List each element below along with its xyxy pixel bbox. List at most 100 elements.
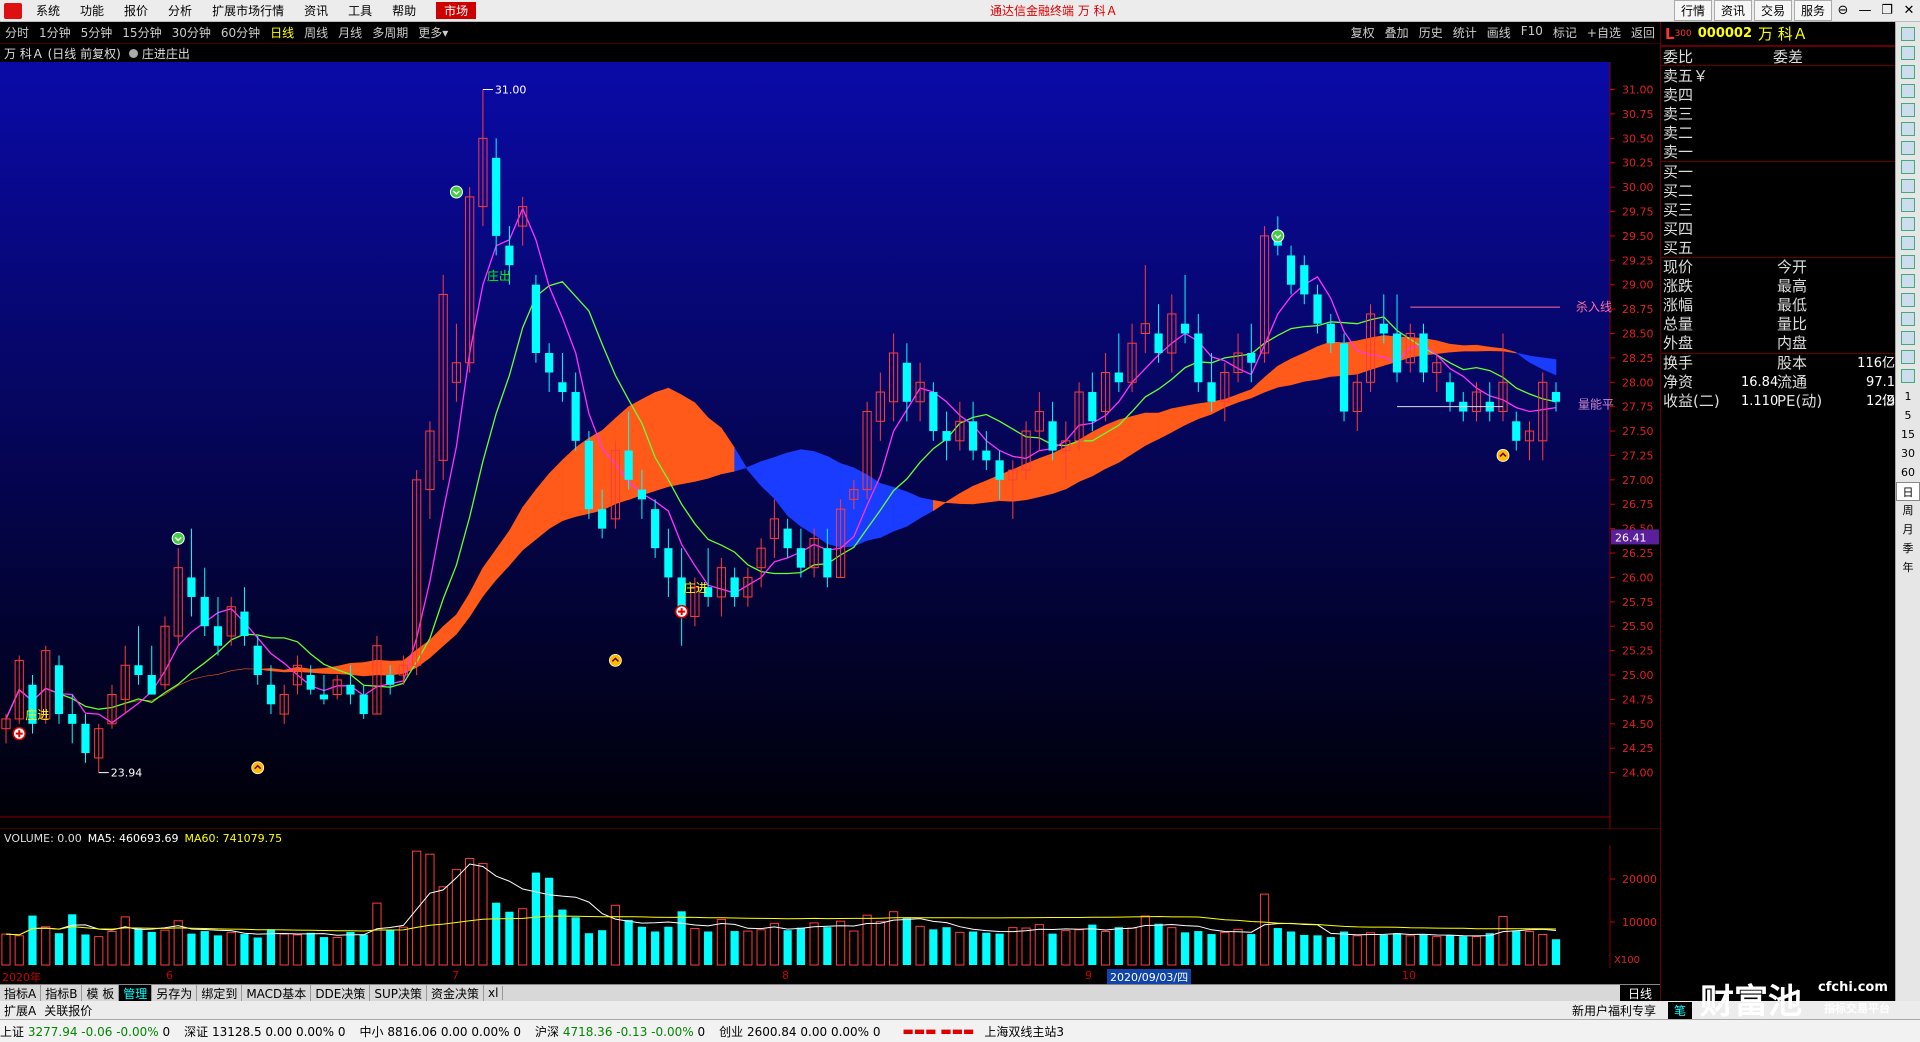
stats-icon[interactable] <box>1901 160 1915 174</box>
sell-2[interactable]: 卖二 <box>1661 123 1895 142</box>
sell-1[interactable]: 卖一 <box>1661 142 1895 161</box>
grid-icon[interactable] <box>1901 65 1915 79</box>
period-daily[interactable]: 日线 <box>265 24 299 41</box>
period-btn-15[interactable]: 15 <box>1896 425 1920 444</box>
tab-sup[interactable]: SUP决策 <box>370 984 428 1002</box>
promo-link[interactable]: 新用户福利专享 <box>1572 1002 1656 1019</box>
monitor-icon[interactable] <box>1901 274 1915 288</box>
tab-xl[interactable]: xl <box>484 986 504 1000</box>
buy-2[interactable]: 买二 <box>1661 181 1895 200</box>
restore-icon[interactable]: ⊖ <box>1832 3 1854 18</box>
ext-a-tab[interactable]: 扩展A <box>0 1002 40 1019</box>
maximize-icon[interactable]: ❐ <box>1876 3 1898 18</box>
adjust-button[interactable]: 复权 <box>1346 24 1380 41</box>
line-chart-icon[interactable] <box>1901 122 1915 136</box>
tab-manage[interactable]: 管理 <box>119 984 153 1002</box>
menu-quote[interactable]: 报价 <box>114 2 158 19</box>
period-15min[interactable]: 15分钟 <box>117 24 166 41</box>
period-1min[interactable]: 1分钟 <box>34 24 76 41</box>
print-icon[interactable] <box>1901 369 1915 383</box>
tab-indicator-b[interactable]: 指标B <box>41 984 83 1002</box>
volume-chart[interactable]: 20000 10000 X100 <box>0 845 1660 968</box>
period-monthly[interactable]: 月线 <box>333 24 367 41</box>
bar-chart-icon[interactable] <box>1901 141 1915 155</box>
export-icon[interactable] <box>1901 350 1915 364</box>
menu-function[interactable]: 功能 <box>70 2 114 19</box>
market-button[interactable]: 市场 <box>436 2 477 19</box>
period-weekly[interactable]: 周线 <box>299 24 333 41</box>
index-hs300[interactable]: 沪深 4718.36 -0.13 -0.00% 0 <box>535 1023 705 1040</box>
kline-chart[interactable]: 31.00 30.75 30.50 30.25 30.00 29.75 29.50 29.25… <box>0 62 1660 829</box>
minimize-icon[interactable]: — <box>1854 3 1876 18</box>
up-arrow-icon[interactable] <box>1901 27 1915 41</box>
buy-5[interactable]: 买五 <box>1661 238 1895 257</box>
menu-system[interactable]: 系统 <box>26 2 70 19</box>
server-name[interactable]: 上海双线主站3 <box>984 1023 1064 1040</box>
table-icon[interactable] <box>1901 103 1915 117</box>
period-btn-5[interactable]: 5 <box>1896 406 1920 425</box>
draw-button[interactable]: 画线 <box>1482 24 1516 41</box>
indicator-name[interactable]: 庄进庄出 <box>142 45 190 62</box>
fund-icon[interactable] <box>1901 198 1915 212</box>
sell-3[interactable]: 卖三 <box>1661 104 1895 123</box>
cloud-icon[interactable] <box>1901 255 1915 269</box>
report-icon[interactable] <box>1901 217 1915 231</box>
period-btn-60[interactable]: 60 <box>1896 463 1920 482</box>
tab-dde[interactable]: DDE决策 <box>311 984 371 1002</box>
period-30min[interactable]: 30分钟 <box>167 24 216 41</box>
period-60min[interactable]: 60分钟 <box>216 24 265 41</box>
rsi-icon[interactable] <box>1901 293 1915 307</box>
history-button[interactable]: 历史 <box>1414 24 1448 41</box>
menu-help[interactable]: 帮助 <box>382 2 426 19</box>
stats-button[interactable]: 统计 <box>1448 24 1482 41</box>
period-btn-day[interactable]: 日 <box>1896 482 1920 501</box>
index-shanghai[interactable]: 上证 3277.94 -0.06 -0.00% 0 <box>0 1023 170 1040</box>
period-btn-year[interactable]: 年 <box>1896 558 1920 577</box>
service-button[interactable]: 服务 <box>1793 0 1832 21</box>
f10-button[interactable]: F10 <box>1516 24 1548 41</box>
index-smallcap[interactable]: 中小 8816.06 0.00 0.00% 0 <box>360 1023 521 1040</box>
period-btn-week[interactable]: 周 <box>1896 501 1920 520</box>
menu-ext-market[interactable]: 扩展市场行情 <box>202 2 294 19</box>
menu-analysis[interactable]: 分析 <box>158 2 202 19</box>
overlay-button[interactable]: 叠加 <box>1380 24 1414 41</box>
mark-button[interactable]: 标记 <box>1548 24 1582 41</box>
period-more[interactable]: 更多▾ <box>413 24 453 41</box>
down-arrow-icon[interactable] <box>1901 46 1915 60</box>
period-btn-30[interactable]: 30 <box>1896 444 1920 463</box>
index-chinext[interactable]: 创业 2600.84 0.00 0.00% 0 <box>719 1023 880 1040</box>
menu-news[interactable]: 资讯 <box>294 2 338 19</box>
period-timeshare[interactable]: 分时 <box>0 24 34 41</box>
menu-tools[interactable]: 工具 <box>338 2 382 19</box>
buy-4[interactable]: 买四 <box>1661 219 1895 238</box>
quote-button[interactable]: 行情 <box>1673 0 1712 21</box>
tab-macd[interactable]: MACD基本 <box>242 984 312 1002</box>
period-btn-quarter[interactable]: 季 <box>1896 539 1920 558</box>
index-shenzhen[interactable]: 深证 13128.5 0.00 0.00% 0 <box>184 1023 345 1040</box>
news-button[interactable]: 资讯 <box>1713 0 1752 21</box>
sell-4[interactable]: 卖四 <box>1661 85 1895 104</box>
related-quote-tab[interactable]: 关联报价 <box>40 1002 96 1019</box>
tab-template[interactable]: 模 板 <box>82 984 120 1002</box>
pen-icon[interactable] <box>1901 312 1915 326</box>
period-5min[interactable]: 5分钟 <box>76 24 118 41</box>
fs-icon[interactable] <box>1901 331 1915 345</box>
sell-5[interactable]: 卖五￥ <box>1661 66 1895 85</box>
back-button[interactable]: 返回 <box>1626 24 1660 41</box>
close-icon[interactable]: ✕ <box>1898 3 1920 18</box>
trade-button[interactable]: 交易 <box>1753 0 1792 21</box>
period-btn-1[interactable]: 1 <box>1896 387 1920 406</box>
period-btn-month[interactable]: 月 <box>1896 520 1920 539</box>
tab-fund[interactable]: 资金决策 <box>427 984 485 1002</box>
list-icon[interactable] <box>1901 84 1915 98</box>
tab-save-as[interactable]: 另存为 <box>152 984 198 1002</box>
indicator-dot-icon[interactable] <box>128 48 138 58</box>
buy-3[interactable]: 买三 <box>1661 200 1895 219</box>
document-icon[interactable] <box>1901 179 1915 193</box>
news-icon[interactable] <box>1901 236 1915 250</box>
tab-indicator-a[interactable]: 指标A <box>0 984 42 1002</box>
tab-bind-to[interactable]: 绑定到 <box>197 984 243 1002</box>
current-period-label[interactable]: 日线 <box>1619 984 1660 1002</box>
pen-button[interactable]: 笔 <box>1668 1001 1693 1019</box>
add-watchlist-button[interactable]: +自选 <box>1582 24 1626 41</box>
